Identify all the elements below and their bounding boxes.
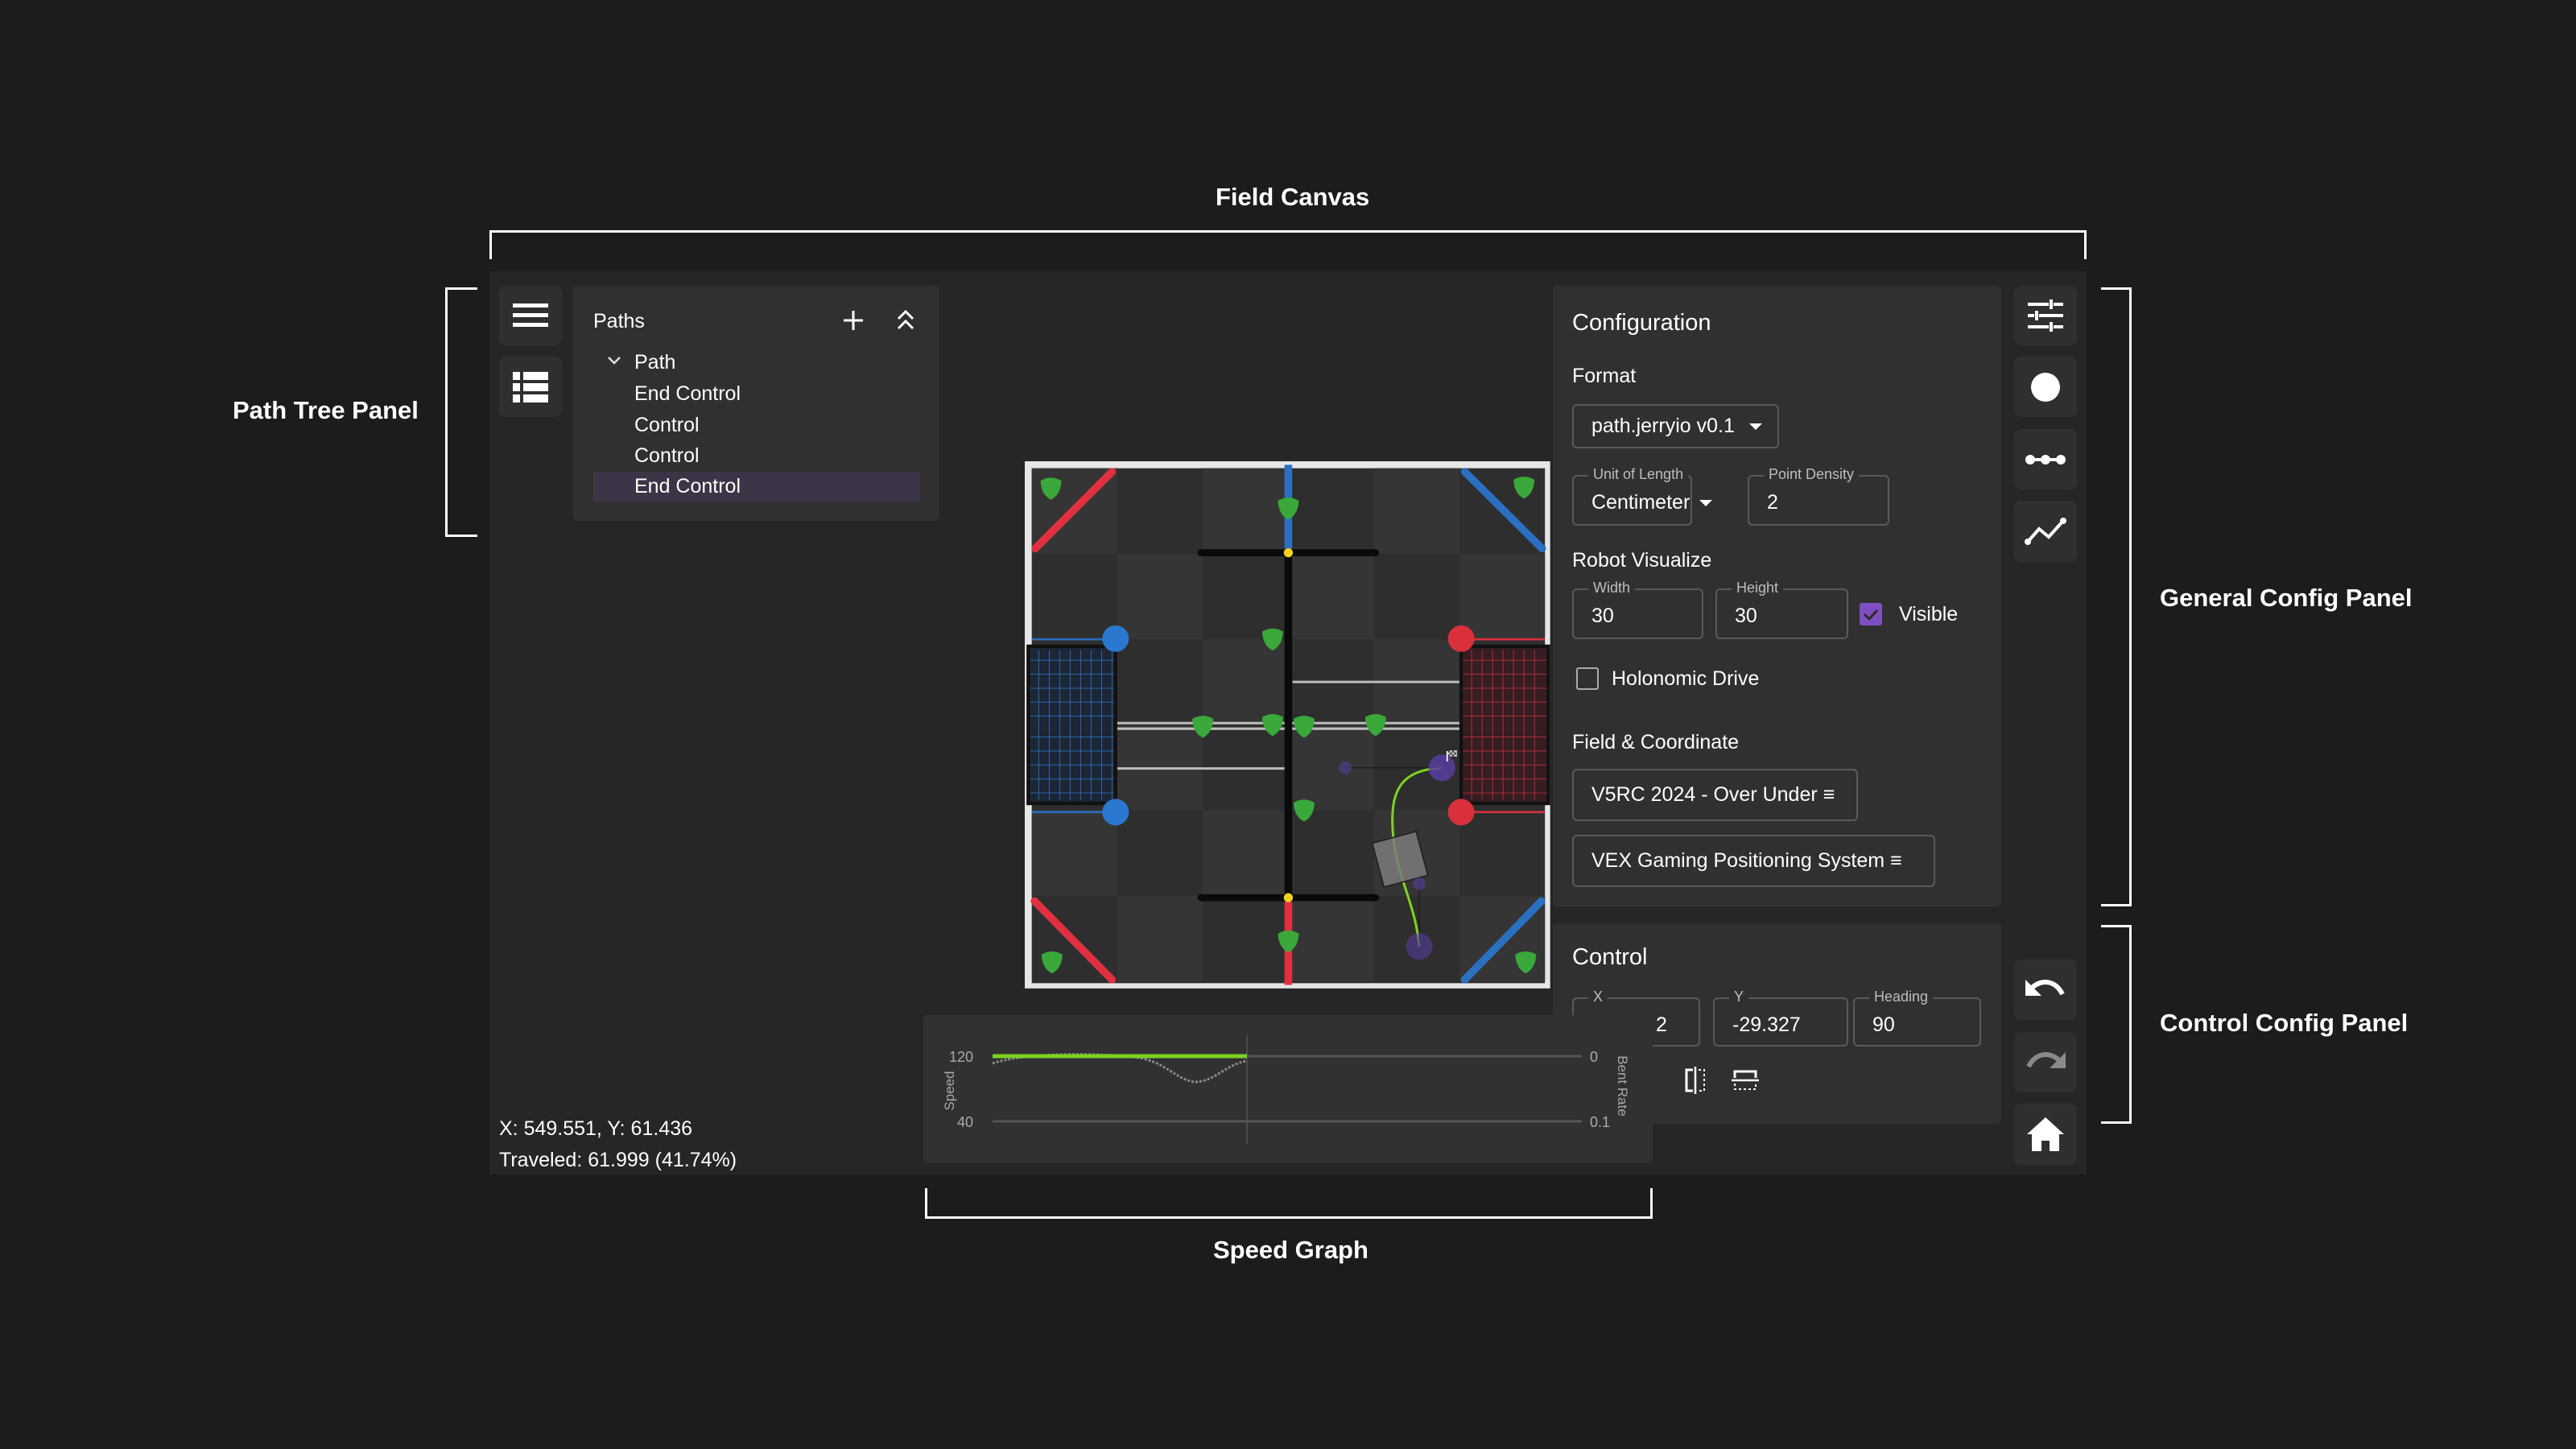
tree-path-item[interactable]: Path xyxy=(634,351,675,374)
path-config-button[interactable] xyxy=(2014,429,2077,489)
sliders-icon xyxy=(2028,299,2063,332)
annotation-speed-graph: Speed Graph xyxy=(1213,1236,1368,1264)
bracket-general-config xyxy=(2101,287,2132,906)
path-list-button[interactable] xyxy=(499,357,562,417)
unit-of-length-select[interactable]: Unit of Length Centimeter xyxy=(1572,466,1713,526)
unit-value: Centimeter xyxy=(1591,491,1713,514)
speed-graph[interactable]: 120 40 0 0.1 Speed Bent Rate xyxy=(923,1015,1653,1163)
robot-visualize-title: Robot Visualize xyxy=(1572,549,1712,572)
dotted-line-icon xyxy=(2025,454,2066,464)
visible-label: Visible xyxy=(1899,603,1959,625)
home-icon xyxy=(2027,1117,2064,1151)
robot-width-input[interactable]: Width 30 xyxy=(1572,580,1703,639)
width-value: 30 xyxy=(1591,605,1614,627)
home-button[interactable] xyxy=(2014,1104,2077,1165)
caret-down-icon xyxy=(1748,423,1762,430)
circle-icon xyxy=(2031,372,2060,402)
control-point-button[interactable] xyxy=(2014,357,2077,417)
holonomic-label: Holonomic Drive xyxy=(1612,667,1760,690)
undo-button[interactable] xyxy=(2014,960,2077,1020)
right-tick-0-1: 0.1 xyxy=(1590,1114,1610,1130)
tree-item-end-control[interactable]: End Control xyxy=(634,382,741,406)
format-label: Format xyxy=(1572,365,1637,387)
tree-item-control[interactable]: Control xyxy=(634,444,700,468)
yellow-cap xyxy=(1283,893,1294,902)
control-point[interactable] xyxy=(1339,761,1352,774)
control-point[interactable] xyxy=(1413,877,1426,890)
config-title: Configuration xyxy=(1572,310,1711,336)
redo-icon xyxy=(2026,1051,2066,1068)
menu-icon xyxy=(513,303,548,327)
tree-item-end-control-selected[interactable]: End Control xyxy=(634,475,741,498)
yellow-cap xyxy=(1283,547,1294,558)
general-config-button[interactable] xyxy=(2014,286,2077,345)
list-icon xyxy=(513,371,548,402)
density-label: Point Density xyxy=(1764,466,1860,483)
density-value: 2 xyxy=(1767,491,1778,514)
paths-title: Paths xyxy=(593,310,645,332)
coordinate-system-button[interactable]: VEX Gaming Positioning System ≡ xyxy=(1572,835,1935,887)
robot-height-input[interactable]: Height 30 xyxy=(1715,580,1848,639)
left-tick-120: 120 xyxy=(949,1049,973,1065)
field-coordinate-title: Field & Coordinate xyxy=(1572,731,1740,753)
double-chevron-up-icon[interactable] xyxy=(896,308,915,331)
bracket-speed-graph xyxy=(925,1188,1653,1219)
red-goal xyxy=(1459,638,1550,814)
unit-label: Unit of Length xyxy=(1588,466,1689,483)
control-y-input[interactable]: Y -29.327 xyxy=(1713,989,1848,1046)
tree-item-control[interactable]: Control xyxy=(634,414,700,437)
format-value: path.jerryio v0.1 xyxy=(1591,415,1735,437)
heading-value: 90 xyxy=(1872,1013,1895,1036)
general-config-panel: Configuration Format path.jerryio v0.1 U… xyxy=(1553,286,2001,906)
x-label: X xyxy=(1588,989,1608,1005)
speed-graph-button[interactable] xyxy=(2014,501,2077,562)
height-label: Height xyxy=(1732,580,1784,597)
annotation-general-config: General Config Panel xyxy=(2160,584,2413,612)
menu-button[interactable] xyxy=(499,286,562,345)
blue-goal xyxy=(1026,638,1117,814)
x-value: 2 xyxy=(1656,1013,1667,1036)
flip-vertical-icon[interactable] xyxy=(1732,1068,1759,1092)
flip-horizontal-icon[interactable] xyxy=(1683,1067,1707,1094)
control-heading-input[interactable]: Heading 90 xyxy=(1853,989,1981,1046)
field-canvas[interactable] xyxy=(1014,451,1562,998)
bracket-path-tree xyxy=(445,287,477,537)
traveled-distance: Traveled: 61.999 (41.74%) xyxy=(499,1149,737,1171)
chevron-down-icon[interactable] xyxy=(607,356,621,365)
format-select[interactable]: path.jerryio v0.1 xyxy=(1572,404,1779,448)
visible-checkbox[interactable] xyxy=(1860,603,1882,625)
bent-rate-series xyxy=(992,1053,1247,1084)
speed-graph-panel: 120 40 0 0.1 Speed Bent Rate xyxy=(923,1015,1653,1163)
y-value: -29.327 xyxy=(1732,1013,1801,1036)
redo-button[interactable] xyxy=(2014,1032,2077,1092)
left-tick-40: 40 xyxy=(957,1114,973,1130)
annotation-control-config: Control Config Panel xyxy=(2160,1009,2409,1037)
line-chart-icon xyxy=(2025,518,2066,545)
point-density-input[interactable]: Point Density 2 xyxy=(1748,466,1889,526)
bent-rate-axis-label: Bent Rate xyxy=(1615,1055,1630,1117)
width-label: Width xyxy=(1588,580,1636,597)
end-control-point[interactable] xyxy=(1428,754,1455,782)
heading-label: Heading xyxy=(1869,989,1934,1005)
height-value: 30 xyxy=(1735,605,1757,627)
undo-icon xyxy=(2025,979,2065,996)
field-select-button[interactable]: V5RC 2024 - Over Under ≡ xyxy=(1572,769,1858,821)
end-control-point[interactable] xyxy=(1406,933,1433,960)
bracket-control-config xyxy=(2101,925,2132,1124)
plus-icon[interactable] xyxy=(843,310,864,331)
bracket-field-canvas xyxy=(489,230,2087,259)
y-label: Y xyxy=(1729,989,1749,1005)
right-tick-0: 0 xyxy=(1590,1049,1598,1065)
control-title: Control xyxy=(1572,944,1648,970)
annotation-path-tree-panel: Path Tree Panel xyxy=(233,396,419,424)
annotation-field-canvas: Field Canvas xyxy=(1216,183,1370,211)
holonomic-checkbox[interactable] xyxy=(1576,667,1599,690)
speed-axis-label: Speed xyxy=(942,1071,957,1110)
cursor-position: X: 549.551, Y: 61.436 xyxy=(499,1117,693,1140)
path-tree-panel: Paths Path End Control Control Control E… xyxy=(573,286,939,521)
